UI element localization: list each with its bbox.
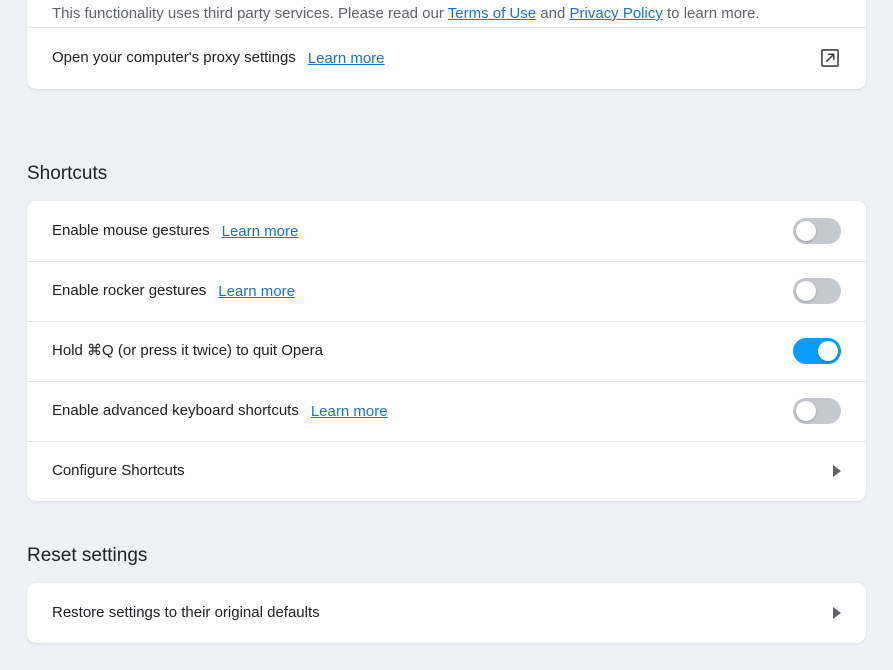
chevron-right-icon[interactable] xyxy=(833,465,842,477)
description-text-lead: This functionality uses third party serv… xyxy=(52,5,448,22)
open-proxy-settings-main: Open your computer's proxy settings Lear… xyxy=(52,48,602,68)
shortcuts-card: Enable mouse gestures Learn more Enable … xyxy=(27,201,866,501)
row-label: Enable advanced keyboard shortcuts xyxy=(52,402,299,419)
row-label: Enable mouse gestures xyxy=(52,222,210,239)
description-text-between: and xyxy=(536,5,570,22)
toggle-enable-mouse-gestures[interactable] xyxy=(793,218,842,244)
toggle-knob xyxy=(796,221,817,241)
row-main: Enable mouse gestures Learn more xyxy=(52,221,546,241)
row-main: Restore settings to their original defau… xyxy=(52,603,576,623)
external-link-icon[interactable] xyxy=(819,47,841,69)
row-label: Enable rocker gestures xyxy=(52,282,207,299)
shortcuts-section-title: Shortcuts xyxy=(27,163,108,184)
third-party-description: This functionality uses third party serv… xyxy=(27,0,866,27)
row-main: Enable advanced keyboard shortcuts Learn… xyxy=(52,401,590,421)
row-main: Configure Shortcuts xyxy=(52,461,509,481)
row-learn-more-link[interactable]: Learn more xyxy=(311,403,388,420)
toggle-enable-advanced-keyboard-shortcuts[interactable] xyxy=(793,398,842,424)
row-enable-rocker-gestures[interactable]: Enable rocker gestures Learn more xyxy=(27,261,866,321)
toggle-hold-cmd-q-to-quit[interactable] xyxy=(793,338,841,364)
row-learn-more-link[interactable]: Learn more xyxy=(218,283,295,300)
row-enable-mouse-gestures[interactable]: Enable mouse gestures Learn more xyxy=(27,201,866,261)
row-enable-advanced-keyboard-shortcuts[interactable]: Enable advanced keyboard shortcuts Learn… xyxy=(27,381,866,441)
row-main: Hold ⌘Q (or press it twice) to quit Oper… xyxy=(52,341,558,361)
third-party-description-row: This functionality uses third party serv… xyxy=(27,0,866,27)
row-configure-shortcuts[interactable]: Configure Shortcuts xyxy=(27,441,866,501)
open-proxy-settings-learn-more-link[interactable]: Learn more xyxy=(308,50,385,67)
reset-settings-card: Restore settings to their original defau… xyxy=(27,583,866,643)
terms-of-use-link[interactable]: Terms of Use xyxy=(448,5,536,22)
row-label: Configure Shortcuts xyxy=(52,462,185,479)
toggle-knob xyxy=(818,341,838,361)
open-proxy-settings-row[interactable]: Open your computer's proxy settings Lear… xyxy=(27,27,866,89)
row-main: Enable rocker gestures Learn more xyxy=(52,281,544,301)
toggle-knob xyxy=(796,401,817,421)
toggle-enable-rocker-gestures[interactable] xyxy=(793,278,841,304)
privacy-policy-link[interactable]: Privacy Policy xyxy=(569,5,662,22)
settings-page: This functionality uses third party serv… xyxy=(0,0,893,670)
toggle-knob xyxy=(796,281,816,301)
row-restore-settings-defaults[interactable]: Restore settings to their original defau… xyxy=(27,583,866,643)
reset-settings-section-title: Reset settings xyxy=(27,545,148,566)
row-label: Hold ⌘Q (or press it twice) to quit Oper… xyxy=(52,342,323,359)
chevron-right-icon[interactable] xyxy=(833,607,841,619)
row-learn-more-link[interactable]: Learn more xyxy=(222,223,299,240)
row-label: Restore settings to their original defau… xyxy=(52,604,320,621)
row-hold-cmd-q-to-quit[interactable]: Hold ⌘Q (or press it twice) to quit Oper… xyxy=(27,321,866,381)
open-proxy-settings-label: Open your computer's proxy settings xyxy=(52,49,296,66)
description-text-trail: to learn more. xyxy=(662,5,760,22)
proxy-settings-card: This functionality uses third party serv… xyxy=(27,0,866,89)
